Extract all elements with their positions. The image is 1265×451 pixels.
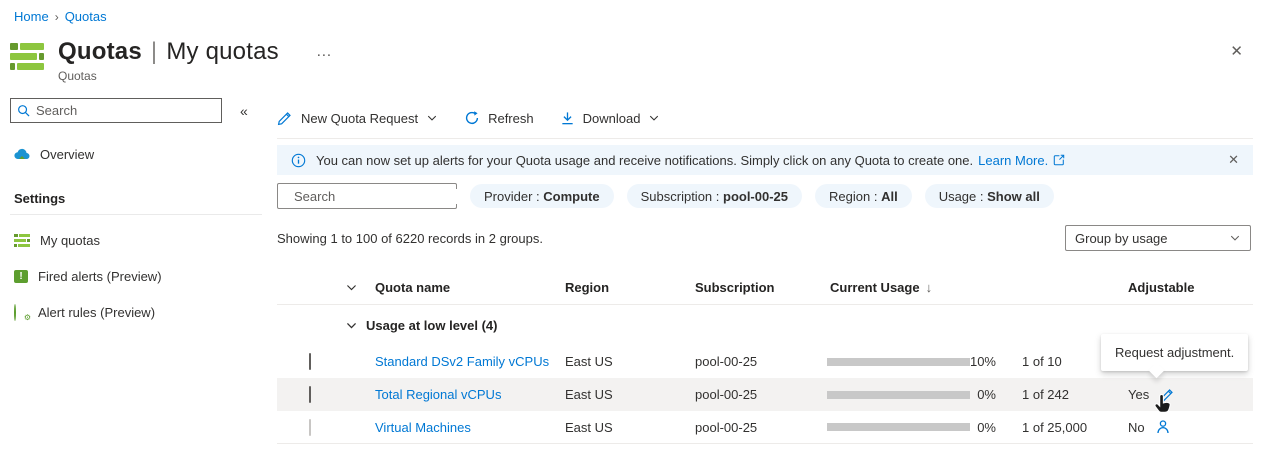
header-current-usage[interactable]: Current Usage ↓ bbox=[821, 280, 1006, 295]
more-actions-icon[interactable]: … bbox=[316, 43, 332, 61]
row-checkbox[interactable] bbox=[309, 386, 311, 403]
banner-close-icon[interactable]: ✕ bbox=[1228, 152, 1239, 168]
overview-cloud-icon bbox=[14, 148, 30, 160]
usage-bar bbox=[827, 357, 970, 366]
sidebar-search-box bbox=[10, 98, 222, 123]
support-request-person-icon[interactable] bbox=[1155, 419, 1171, 435]
group-label: Usage at low level (4) bbox=[366, 317, 498, 333]
table-header: Quota name Region Subscription Current U… bbox=[277, 271, 1253, 305]
usage-cell: 0% bbox=[821, 387, 1006, 402]
sidebar-item-my-quotas[interactable]: My quotas bbox=[10, 225, 262, 255]
collapse-all-icon[interactable] bbox=[336, 281, 366, 294]
breadcrumb-separator-icon: › bbox=[54, 9, 59, 24]
banner-message: You can now set up alerts for your Quota… bbox=[316, 152, 974, 168]
usage-bar bbox=[827, 423, 970, 431]
usage-cell: 10% bbox=[821, 354, 1006, 369]
info-icon bbox=[291, 153, 306, 167]
usage-percent: 0% bbox=[977, 387, 996, 402]
quotas-icon bbox=[10, 43, 46, 73]
refresh-icon bbox=[465, 111, 479, 124]
pencil-icon bbox=[277, 112, 291, 126]
quota-name-link[interactable]: Standard DSv2 Family vCPUs bbox=[366, 354, 556, 369]
sidebar-section-settings: Settings bbox=[10, 185, 262, 215]
usage-percent: 10% bbox=[969, 354, 996, 369]
sidebar-item-fired-alerts[interactable]: ! Fired alerts (Preview) bbox=[10, 261, 262, 291]
results-row: Showing 1 to 100 of 6220 records in 2 gr… bbox=[277, 225, 1253, 251]
page-header: Quotas | My quotas … Quotas bbox=[10, 38, 332, 83]
download-icon bbox=[561, 111, 573, 124]
page-title: Quotas | My quotas … bbox=[58, 38, 333, 65]
usage-detail: 1 of 10 bbox=[1022, 354, 1062, 369]
row-checkbox[interactable] bbox=[309, 418, 311, 436]
tooltip-request-adjustment: Request adjustment. bbox=[1101, 334, 1249, 379]
usage-detail: 1 of 242 bbox=[1022, 387, 1069, 402]
filter-pill-usage[interactable]: Usage : Show all bbox=[924, 184, 1054, 208]
group-by-dropdown[interactable]: Group by usage bbox=[1065, 225, 1251, 251]
chevron-down-icon bbox=[1230, 235, 1240, 241]
new-quota-request-button[interactable]: New Quota Request bbox=[277, 110, 438, 126]
breadcrumb-home[interactable]: Home bbox=[14, 9, 49, 24]
usage-detail: 1 of 25,000 bbox=[1022, 419, 1088, 435]
close-blade-icon[interactable]: ✕ bbox=[1230, 42, 1243, 60]
region-value: East US bbox=[565, 354, 613, 369]
chevron-down-icon bbox=[650, 115, 659, 121]
region-value: East US bbox=[565, 387, 613, 402]
command-bar: New Quota Request Refresh Download bbox=[277, 104, 1253, 132]
sort-descending-icon: ↓ bbox=[925, 280, 933, 295]
sidebar: « Overview Settings My quotas ! Fired al… bbox=[10, 98, 262, 327]
usage-bar bbox=[827, 390, 970, 399]
sidebar-search-input[interactable] bbox=[36, 103, 215, 118]
quota-search-input[interactable] bbox=[294, 188, 470, 204]
quota-name-link[interactable]: Virtual Machines bbox=[366, 420, 556, 435]
quota-search-box bbox=[277, 183, 470, 209]
main-content: New Quota Request Refresh Download You c… bbox=[277, 104, 1253, 444]
resource-type-label: Quotas bbox=[58, 69, 97, 83]
header-subscription[interactable]: Subscription bbox=[686, 280, 821, 295]
adjustable-cell: No bbox=[1101, 419, 1253, 435]
fired-alerts-icon: ! bbox=[14, 269, 28, 283]
header-quota-name[interactable]: Quota name bbox=[366, 280, 556, 295]
learn-more-link[interactable]: Learn More. bbox=[978, 153, 1048, 168]
table-row: Total Regional vCPUs East US pool-00-25 … bbox=[277, 378, 1253, 411]
sidebar-item-alert-rules[interactable]: ⚙ Alert rules (Preview) bbox=[10, 297, 262, 327]
collapse-sidebar-icon[interactable]: « bbox=[240, 103, 248, 119]
subscription-value: pool-00-25 bbox=[695, 387, 758, 402]
toolbar-divider bbox=[277, 138, 1253, 139]
filter-pill-subscription[interactable]: Subscription : pool-00-25 bbox=[626, 184, 803, 208]
subscription-value: pool-00-25 bbox=[695, 354, 758, 369]
header-region[interactable]: Region bbox=[556, 280, 686, 295]
search-icon bbox=[18, 105, 30, 117]
subscription-value: pool-00-25 bbox=[695, 419, 758, 435]
sidebar-item-overview[interactable]: Overview bbox=[10, 139, 262, 169]
filter-pill-region[interactable]: Region : All bbox=[815, 184, 912, 208]
usage-cell: 0% bbox=[821, 420, 1006, 435]
results-summary: Showing 1 to 100 of 6220 records in 2 gr… bbox=[277, 230, 543, 246]
cursor-pointer-icon bbox=[1154, 394, 1171, 413]
usage-percent: 0% bbox=[977, 419, 996, 435]
breadcrumb: Home › Quotas bbox=[14, 9, 107, 24]
adjustable-value: Yes bbox=[1128, 387, 1150, 402]
table-row: Virtual Machines East US pool-00-25 0% 1… bbox=[277, 411, 1253, 444]
info-banner: You can now set up alerts for your Quota… bbox=[277, 145, 1253, 175]
row-checkbox[interactable] bbox=[309, 353, 311, 370]
adjustable-value: No bbox=[1128, 419, 1145, 435]
filter-pill-provider[interactable]: Provider : Compute bbox=[470, 184, 614, 208]
download-button[interactable]: Download bbox=[560, 111, 661, 126]
quota-name-link[interactable]: Total Regional vCPUs bbox=[366, 387, 556, 402]
chevron-down-icon bbox=[427, 115, 437, 121]
header-adjustable[interactable]: Adjustable bbox=[1101, 280, 1253, 295]
my-quotas-icon bbox=[14, 233, 30, 247]
alert-rules-icon: ⚙ bbox=[14, 304, 31, 322]
group-collapse-icon[interactable] bbox=[336, 319, 366, 332]
breadcrumb-quotas[interactable]: Quotas bbox=[65, 9, 107, 24]
filter-row: Provider : Compute Subscription : pool-0… bbox=[277, 183, 1253, 209]
region-value: East US bbox=[565, 419, 613, 435]
refresh-button[interactable]: Refresh bbox=[464, 110, 534, 126]
external-link-icon bbox=[1053, 154, 1065, 166]
adjustable-cell: Yes bbox=[1101, 387, 1253, 403]
